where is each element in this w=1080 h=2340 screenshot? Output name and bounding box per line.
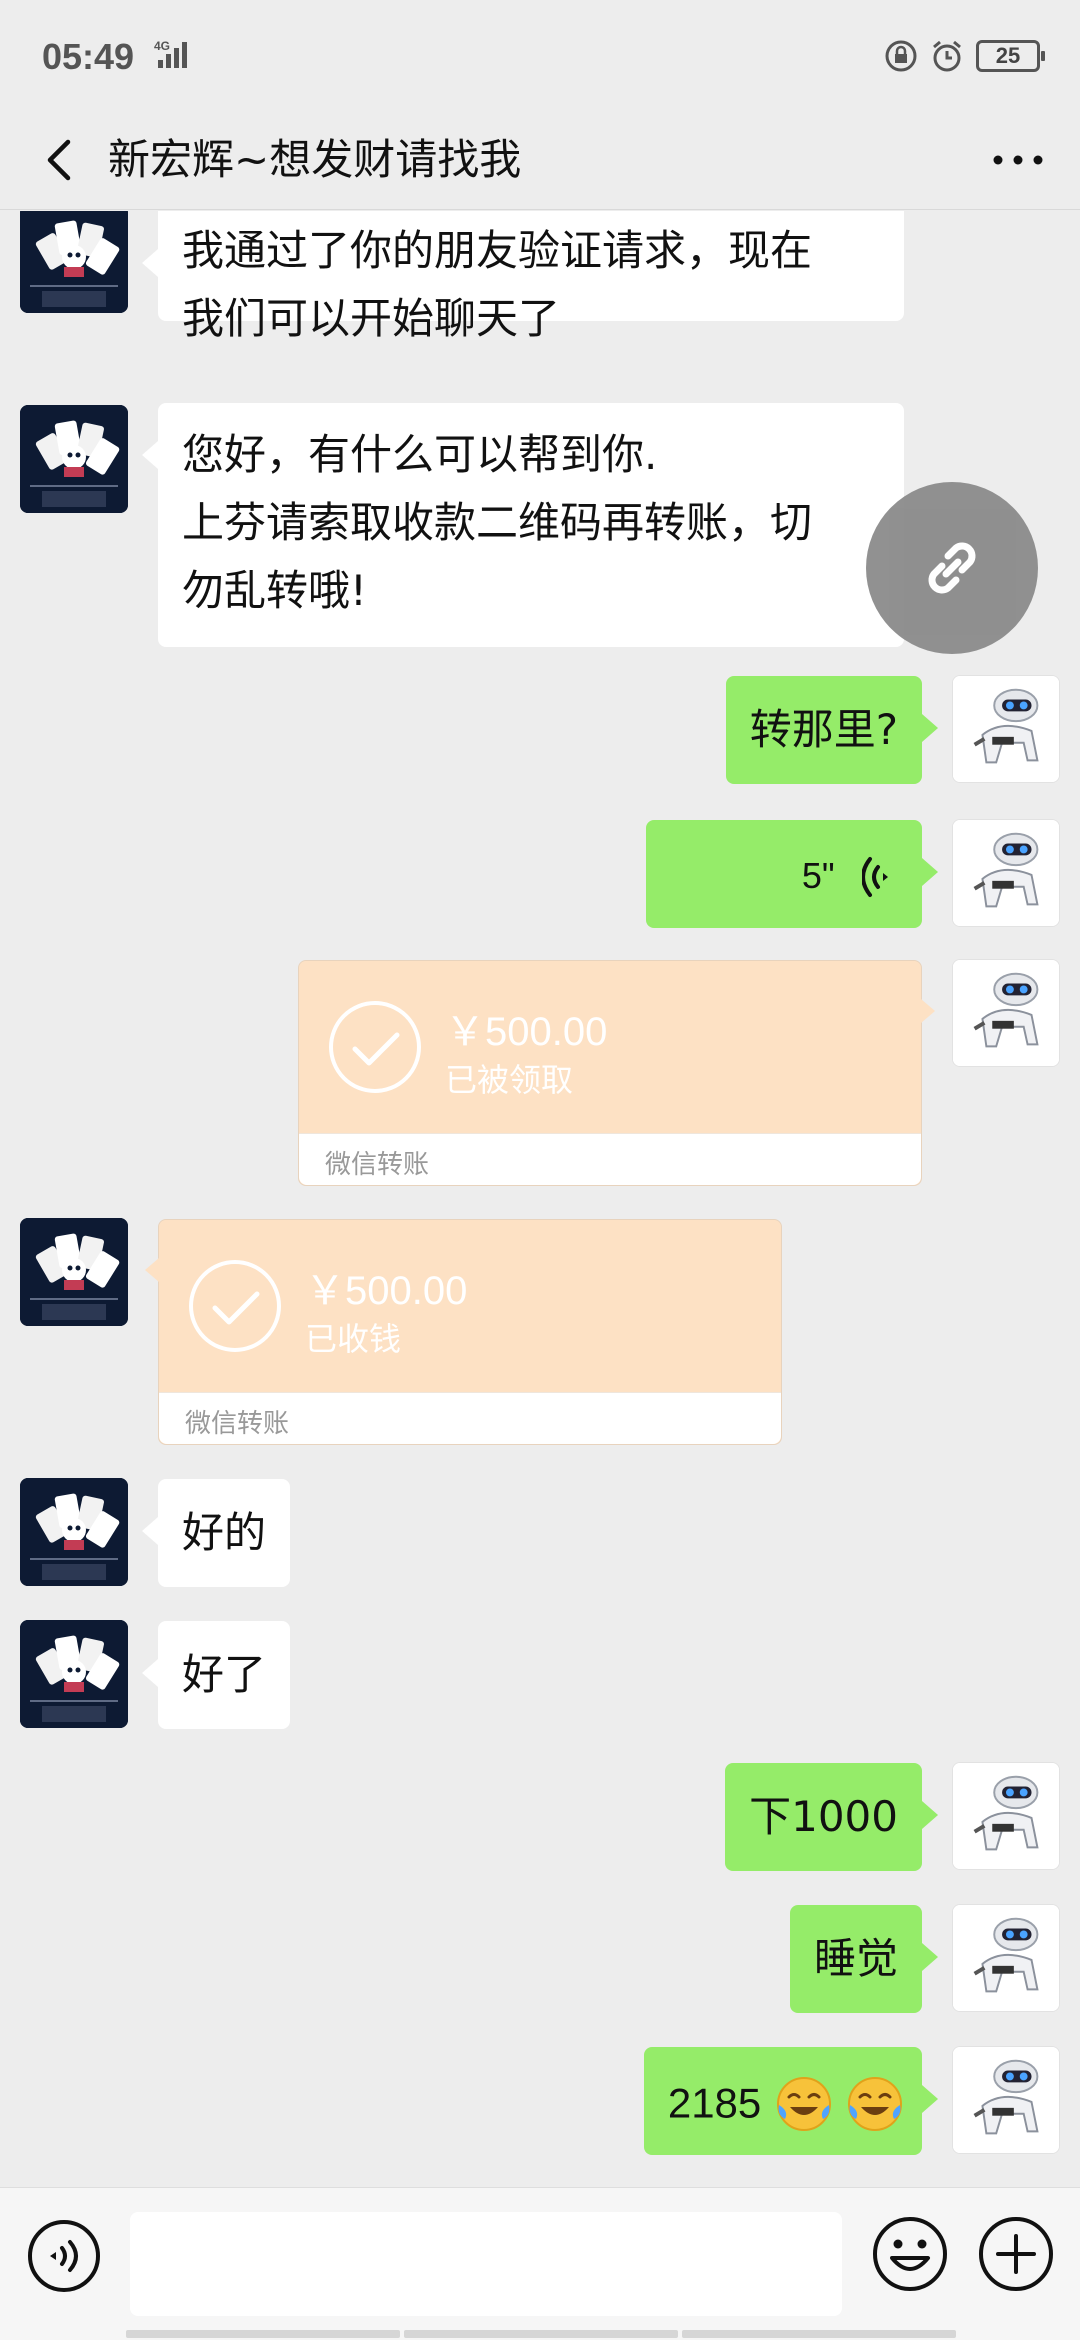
transfer-card-footer: 微信转账 (159, 1392, 781, 1444)
message-text: 上芬请索取收款二维码再转账，切 (182, 498, 813, 547)
message-text: 好的 (182, 1508, 267, 1557)
message-text: 我们可以开始聊天了 (182, 294, 561, 343)
floating-link-button[interactable] (866, 482, 1038, 654)
transfer-card-body: ￥500.00 已收钱 (159, 1220, 781, 1392)
transfer-amount: ￥500.00 (305, 1269, 468, 1313)
message-bubble-self[interactable]: 转那里? (725, 676, 939, 784)
nav-segment (682, 2330, 956, 2338)
message-input[interactable] (130, 2212, 842, 2316)
message-bubble[interactable]: 您好，有什么可以帮到你. 上芬请索取收款二维码再转账，切 勿乱转哦! (142, 403, 904, 647)
robot-dog-avatar-icon (953, 820, 1059, 926)
transfer-card[interactable]: ￥500.00 已收钱 微信转账 (145, 1219, 782, 1445)
nav-segment (404, 2330, 678, 2338)
playing-cards-avatar-icon (20, 1620, 128, 1728)
robot-dog-avatar-icon (953, 676, 1059, 782)
check-circle-icon (189, 1260, 281, 1352)
transfer-card-body: ￥500.00 已被领取 (299, 961, 921, 1133)
avatar[interactable] (20, 1620, 128, 1728)
avatar[interactable] (20, 405, 128, 513)
nav-segment (126, 2330, 400, 2338)
message-text: 2185 (667, 2079, 762, 2127)
voice-wave-icon (861, 856, 888, 897)
battery-indicator: 25 (976, 40, 1045, 72)
robot-dog-avatar-icon (953, 1763, 1059, 1869)
robot-dog-avatar-icon (953, 1905, 1059, 2011)
transfer-card[interactable]: ￥500.00 已被领取 微信转账 (298, 960, 935, 1186)
chat-title: 新宏辉~想发财请找我 (108, 135, 522, 184)
transfer-label: 微信转账 (185, 1409, 290, 1439)
transfer-status: 已被领取 (445, 1061, 574, 1099)
message-bubble-self[interactable]: 2185 (643, 2047, 939, 2155)
message-text: 勿乱转哦! (182, 566, 367, 615)
avatar[interactable] (952, 819, 1060, 927)
status-bar: 05:49 4G 25 (0, 0, 1080, 110)
avatar[interactable] (952, 1762, 1060, 1870)
playing-cards-avatar-icon (20, 1218, 128, 1326)
more-options-icon[interactable] (986, 132, 1050, 188)
voice-duration: 5" (801, 855, 835, 896)
message-text: 转那里? (749, 705, 898, 754)
message-bubble[interactable]: 好了 (141, 1621, 291, 1729)
avatar[interactable] (952, 1904, 1060, 2012)
back-arrow-icon[interactable] (32, 128, 92, 192)
input-bar (0, 2187, 1080, 2340)
network-label: 4G (154, 39, 170, 53)
message-bubble-self[interactable]: 下1000 (725, 1763, 938, 1871)
avatar[interactable] (20, 1478, 128, 1586)
lock-rotation-icon (885, 40, 917, 72)
status-icons: 25 (884, 36, 1045, 76)
signal-icon: 4G (154, 39, 187, 68)
message-bubble[interactable]: 好的 (141, 1479, 291, 1587)
message-text: 好了 (182, 1650, 267, 1699)
plus-icon[interactable] (976, 2214, 1056, 2294)
transfer-card-footer: 微信转账 (299, 1133, 921, 1185)
message-text: 睡觉 (813, 1934, 898, 1983)
laughing-tears-emoji-icon (776, 2076, 831, 2131)
message-bubble-self[interactable]: 睡觉 (789, 1905, 939, 2013)
link-icon (928, 542, 976, 594)
alarm-icon (933, 40, 961, 72)
robot-dog-avatar-icon (953, 960, 1059, 1066)
transfer-label: 微信转账 (325, 1150, 430, 1180)
message-text: 我通过了你的朋友验证请求，现在 (182, 226, 813, 275)
status-time: 05:49 (42, 36, 135, 77)
laughing-tears-emoji-icon (848, 2076, 902, 2131)
message-bubble[interactable]: 我通过了你的朋友验证请求，现在 我们可以开始聊天了 (142, 211, 904, 343)
avatar[interactable] (952, 2046, 1060, 2154)
message-text: 下1000 (749, 1792, 898, 1841)
avatar[interactable] (952, 675, 1060, 783)
emoji-icon[interactable] (870, 2214, 950, 2294)
avatar[interactable] (952, 959, 1060, 1067)
avatar[interactable] (20, 211, 128, 313)
message-text: 您好，有什么可以帮到你. (182, 430, 658, 479)
avatar[interactable] (20, 1218, 128, 1326)
robot-dog-avatar-icon (953, 2047, 1059, 2153)
chat-header: 新宏辉~想发财请找我 (0, 110, 1080, 210)
transfer-status: 已收钱 (305, 1320, 402, 1358)
voice-input-icon[interactable] (26, 2218, 102, 2294)
playing-cards-avatar-icon (20, 1478, 128, 1586)
playing-cards-avatar-icon (20, 211, 128, 313)
playing-cards-avatar-icon (20, 405, 128, 513)
check-circle-icon (329, 1001, 421, 1093)
navigation-bar (126, 2330, 956, 2338)
transfer-amount: ￥500.00 (445, 1010, 608, 1054)
voice-message-bubble[interactable]: 5" (646, 820, 938, 928)
